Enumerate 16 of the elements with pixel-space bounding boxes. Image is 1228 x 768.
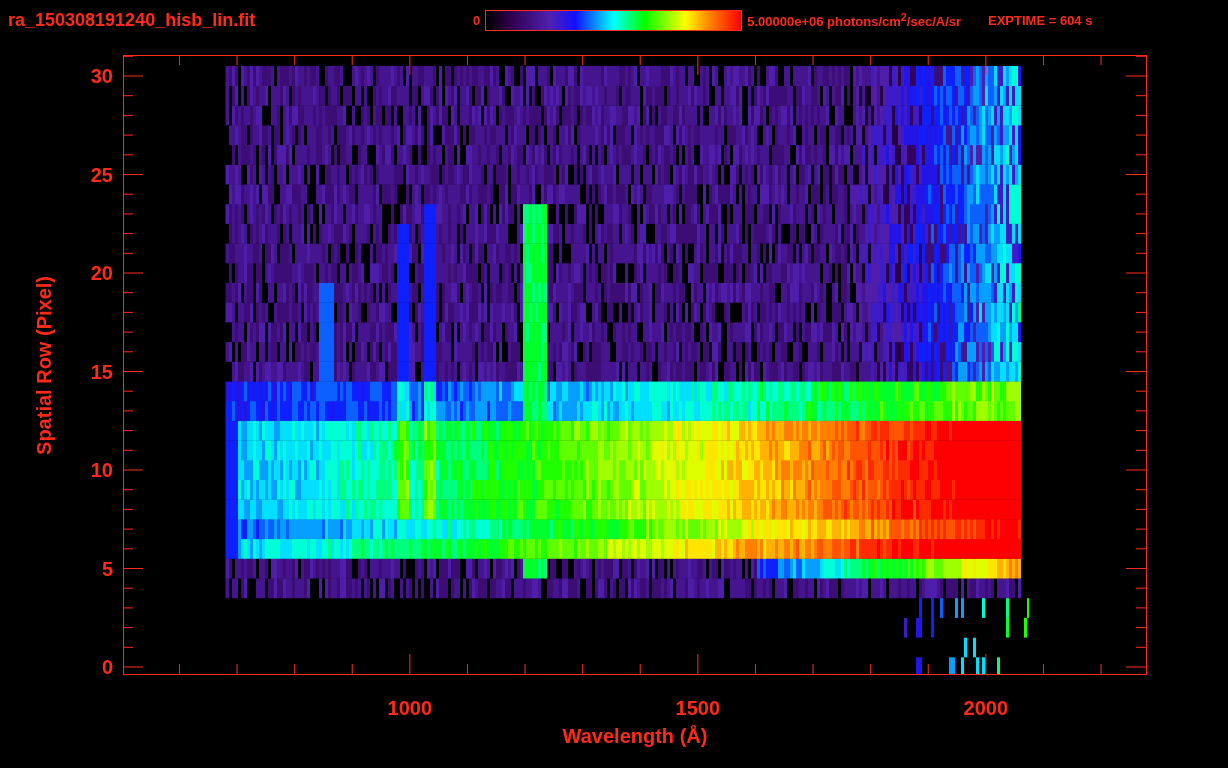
y-axis-label: Spatial Row (Pixel) (32, 275, 56, 455)
y-tick-label: 10 (90, 459, 113, 481)
file-title: ra_150308191240_hisb_lin.fit (8, 9, 257, 31)
y-tick-label: 0 (101, 656, 113, 678)
x-axis-label: Wavelength (Å) (562, 725, 708, 748)
y-tick-label: 20 (90, 262, 113, 284)
colorbar-max-label: 5.00000e+06 photons/cm$^{2}$/sec/A/sr (747, 10, 962, 30)
y-tick-label: 15 (90, 360, 113, 383)
y-tick-label: 25 (90, 163, 113, 186)
x-tick-label: 2000 (963, 697, 1009, 720)
y-tick-label: 30 (90, 65, 113, 87)
x-tick-label: 1500 (675, 697, 721, 720)
colorbar-min-label: 0 (473, 12, 481, 28)
y-tick-label: 5 (101, 557, 113, 580)
exposure-time: EXPTIME = 604 s (988, 12, 1093, 28)
x-tick-label: 1000 (387, 697, 433, 720)
